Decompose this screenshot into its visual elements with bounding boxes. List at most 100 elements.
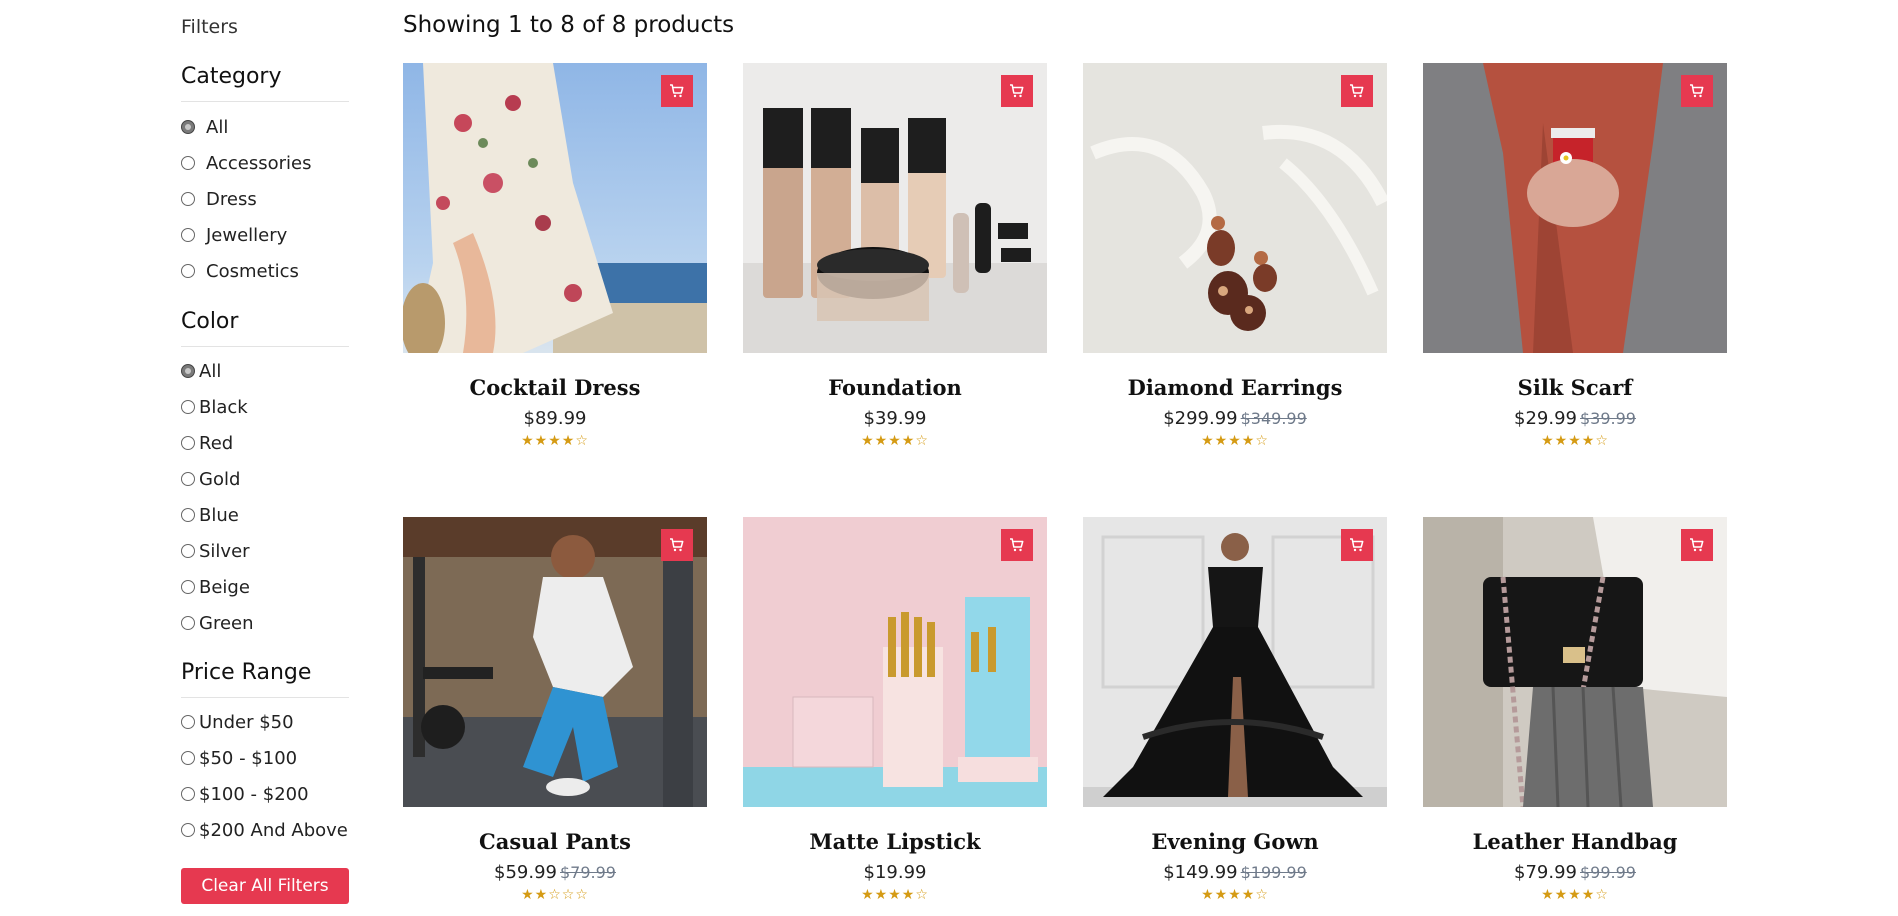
- add-to-cart-button[interactable]: [1681, 75, 1713, 107]
- product-price: $149.99: [1163, 862, 1238, 883]
- color-title: Color: [181, 309, 239, 334]
- star-empty-icon: ☆: [1595, 433, 1609, 449]
- product-price: $299.99: [1163, 408, 1238, 429]
- radio-button[interactable]: [181, 400, 195, 414]
- category-options: All Accessories Dress Jewellery Cosmetics: [181, 109, 349, 289]
- star-empty-icon: ☆: [1595, 887, 1609, 903]
- star-rating: ★★★★☆: [403, 433, 707, 449]
- product-name[interactable]: Leather Handbag: [1423, 829, 1727, 854]
- product-card[interactable]: Diamond Earrings $299.99 $349.99 ★★★★☆: [1083, 63, 1387, 465]
- radio-button[interactable]: [181, 580, 195, 594]
- divider: [181, 346, 349, 347]
- filter-option[interactable]: Gold: [181, 461, 349, 497]
- product-price: $89.99: [523, 408, 587, 429]
- radio-button[interactable]: [181, 192, 195, 206]
- add-to-cart-button[interactable]: [1341, 529, 1373, 561]
- add-to-cart-button[interactable]: [1341, 75, 1373, 107]
- product-name[interactable]: Silk Scarf: [1423, 375, 1727, 400]
- radio-button[interactable]: [181, 787, 195, 801]
- filter-option[interactable]: Cosmetics: [181, 253, 349, 289]
- filter-option-label: Gold: [199, 468, 241, 490]
- star-filled-icon: ★: [861, 433, 875, 449]
- star-rating: ★★★★☆: [1423, 433, 1727, 449]
- radio-button[interactable]: [181, 156, 195, 170]
- product-card[interactable]: Silk Scarf $29.99 $39.99 ★★★★☆: [1423, 63, 1727, 465]
- add-to-cart-button[interactable]: [661, 529, 693, 561]
- filter-option[interactable]: All: [181, 109, 349, 145]
- filter-option[interactable]: Under $50: [181, 704, 349, 740]
- radio-button[interactable]: [181, 715, 195, 729]
- radio-button[interactable]: [181, 508, 195, 522]
- product-price-line: $149.99 $199.99: [1083, 862, 1387, 883]
- product-name[interactable]: Cocktail Dress: [403, 375, 707, 400]
- star-filled-icon: ★: [1554, 887, 1569, 903]
- product-price-line: $89.99: [403, 408, 707, 429]
- filter-option[interactable]: Beige: [181, 569, 349, 605]
- product-old-price: $79.99: [560, 863, 616, 882]
- product-name[interactable]: Evening Gown: [1083, 829, 1387, 854]
- add-to-cart-button[interactable]: [1681, 529, 1713, 561]
- filter-option[interactable]: $50 - $100: [181, 740, 349, 776]
- radio-button[interactable]: [181, 436, 195, 450]
- product-name[interactable]: Matte Lipstick: [743, 829, 1047, 854]
- product-old-price: $39.99: [1580, 409, 1636, 428]
- price-range-title: Price Range: [181, 660, 312, 685]
- radio-button[interactable]: [181, 751, 195, 765]
- product-image[interactable]: [403, 63, 707, 353]
- filter-option[interactable]: $100 - $200: [181, 776, 349, 812]
- product-card[interactable]: Matte Lipstick $19.99 ★★★★☆: [743, 517, 1047, 916]
- filter-option[interactable]: Green: [181, 605, 349, 641]
- cart-icon: [1010, 84, 1024, 98]
- clear-all-filters-button[interactable]: Clear All Filters: [181, 868, 349, 904]
- product-card[interactable]: Leather Handbag $79.99 $99.99 ★★★★☆: [1423, 517, 1727, 916]
- radio-button[interactable]: [181, 823, 195, 837]
- radio-button[interactable]: [181, 364, 195, 378]
- radio-button[interactable]: [181, 120, 195, 134]
- add-to-cart-button[interactable]: [1001, 75, 1033, 107]
- color-options: All Black Red Gold Blue Silver Beige Green: [181, 353, 349, 641]
- product-name[interactable]: Casual Pants: [403, 829, 707, 854]
- star-filled-icon: ★: [874, 433, 889, 449]
- product-card[interactable]: Casual Pants $59.99 $79.99 ★★☆☆☆: [403, 517, 707, 916]
- star-filled-icon: ★: [521, 887, 535, 903]
- product-price-line: $19.99: [743, 862, 1047, 883]
- product-card[interactable]: Foundation $39.99 ★★★★☆: [743, 63, 1047, 465]
- filter-option[interactable]: Dress: [181, 181, 349, 217]
- product-image[interactable]: [403, 517, 707, 807]
- radio-button[interactable]: [181, 616, 195, 630]
- product-name[interactable]: Foundation: [743, 375, 1047, 400]
- filter-option[interactable]: Accessories: [181, 145, 349, 181]
- filter-option-label: All: [206, 116, 229, 138]
- cart-icon: [1010, 538, 1024, 552]
- radio-button[interactable]: [181, 472, 195, 486]
- price-range-options: Under $50 $50 - $100 $100 - $200 $200 And A…: [181, 704, 349, 848]
- filter-option[interactable]: Silver: [181, 533, 349, 569]
- product-card[interactable]: Cocktail Dress $89.99 ★★★★☆: [403, 63, 707, 465]
- radio-button[interactable]: [181, 264, 195, 278]
- product-image[interactable]: [743, 517, 1047, 807]
- product-image[interactable]: [1083, 63, 1387, 353]
- filter-option[interactable]: All: [181, 353, 349, 389]
- radio-button[interactable]: [181, 228, 195, 242]
- product-image[interactable]: [1423, 517, 1727, 807]
- product-price-line: $39.99: [743, 408, 1047, 429]
- product-image[interactable]: [743, 63, 1047, 353]
- product-image[interactable]: [1423, 63, 1727, 353]
- star-empty-icon: ☆: [1255, 887, 1269, 903]
- star-rating: ★★★★☆: [743, 433, 1047, 449]
- star-filled-icon: ★: [521, 433, 535, 449]
- add-to-cart-button[interactable]: [1001, 529, 1033, 561]
- product-name[interactable]: Diamond Earrings: [1083, 375, 1387, 400]
- divider: [181, 101, 349, 102]
- filter-option[interactable]: $200 And Above: [181, 812, 349, 848]
- filter-option[interactable]: Blue: [181, 497, 349, 533]
- filter-option[interactable]: Jewellery: [181, 217, 349, 253]
- product-image[interactable]: [1083, 517, 1387, 807]
- radio-button[interactable]: [181, 544, 195, 558]
- product-card[interactable]: Evening Gown $149.99 $199.99 ★★★★☆: [1083, 517, 1387, 916]
- price-range-filter-group: Price Range Under $50 $50 - $100 $100 - $2…: [181, 660, 349, 848]
- add-to-cart-button[interactable]: [661, 75, 693, 107]
- filter-option[interactable]: Black: [181, 389, 349, 425]
- filter-option[interactable]: Red: [181, 425, 349, 461]
- product-price: $29.99: [1514, 408, 1577, 429]
